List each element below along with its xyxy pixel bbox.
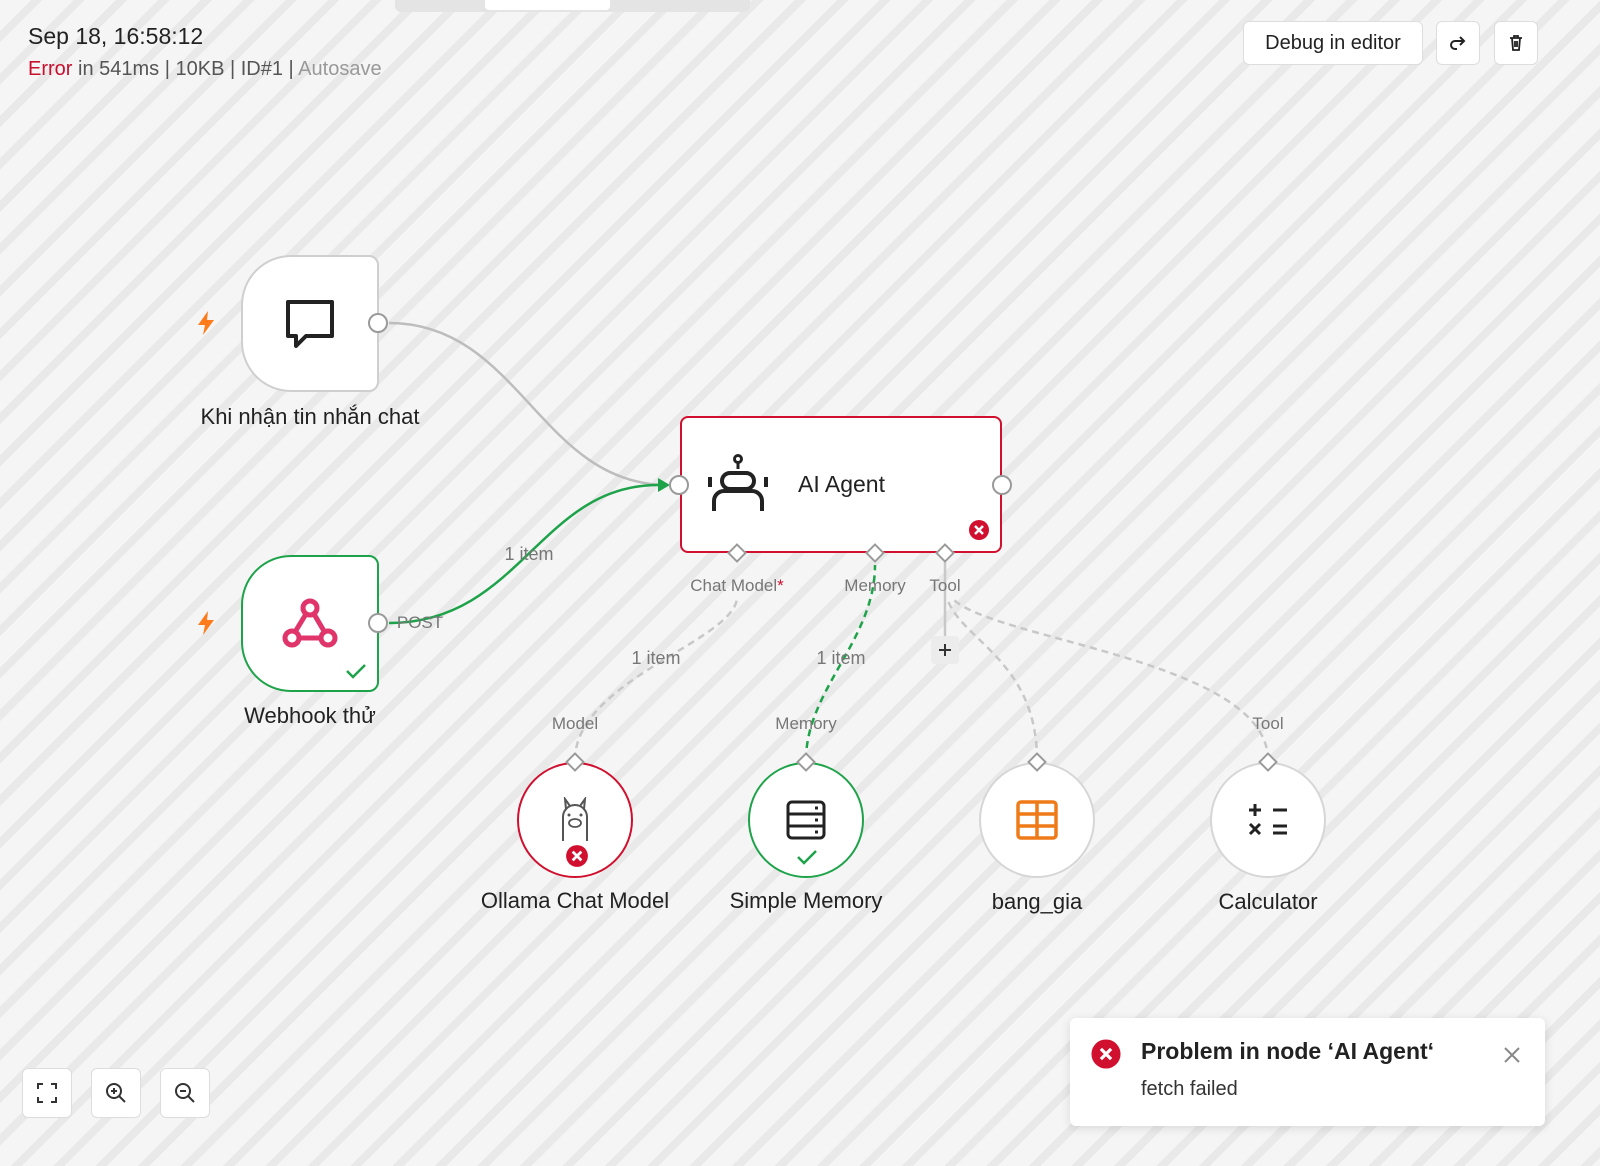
- error-icon: [566, 845, 588, 867]
- trigger-bolt-icon: [198, 311, 214, 335]
- edge-bang-gia-to-tool: [945, 597, 1039, 761]
- tool-sub-port-label: Tool: [1252, 714, 1284, 733]
- memory-sub-port-label: Memory: [775, 714, 837, 733]
- chat-trigger-output-port[interactable]: [368, 313, 388, 333]
- error-icon: [969, 520, 989, 540]
- calculator-icon: [1248, 804, 1287, 836]
- zoom-out-icon: [175, 1083, 195, 1103]
- memory-port-label: Memory: [844, 576, 906, 595]
- webhook-icon: [282, 598, 338, 647]
- chat-trigger-label: Khi nhận tin nhắn chat: [200, 404, 420, 429]
- chat-bubble-icon: [286, 299, 334, 348]
- llama-icon: [562, 797, 588, 841]
- add-tool-button[interactable]: [931, 636, 959, 664]
- error-icon: [1091, 1039, 1121, 1069]
- success-check-icon: [346, 664, 366, 679]
- simple-memory-label: Simple Memory: [729, 888, 883, 913]
- plus-icon: [939, 644, 951, 656]
- connections-layer: [388, 321, 1270, 761]
- node-webhook[interactable]: [241, 555, 379, 692]
- webhook-output-label: POST: [396, 613, 444, 632]
- edge-label-webhook: 1 item: [504, 544, 554, 564]
- ai-agent-label: AI Agent: [798, 471, 885, 497]
- edge-label-memory: 1 item: [816, 648, 866, 668]
- edge-chat-to-agent: [388, 321, 669, 487]
- zoom-in-button[interactable]: [91, 1068, 141, 1118]
- node-bang-gia[interactable]: [979, 762, 1095, 878]
- edge-label-model: 1 item: [631, 648, 681, 668]
- calculator-label: Calculator: [1218, 889, 1318, 914]
- ollama-label: Ollama Chat Model: [480, 888, 670, 913]
- node-chat-trigger[interactable]: [241, 255, 379, 392]
- zoom-out-button[interactable]: [160, 1068, 210, 1118]
- table-icon: [1016, 800, 1058, 840]
- toast-title: Problem in node ‘AI Agent‘: [1141, 1038, 1435, 1064]
- success-check-icon: [797, 850, 817, 865]
- close-icon[interactable]: [1503, 1046, 1521, 1064]
- fit-view-button[interactable]: [22, 1068, 72, 1118]
- chat-model-port-label: Chat Model*: [690, 576, 784, 595]
- tool-port-label: Tool: [929, 576, 961, 595]
- node-ai-agent[interactable]: AI Agent: [680, 416, 1002, 553]
- edge-calculator-to-tool: [951, 597, 1270, 761]
- toast-message: fetch failed: [1141, 1078, 1238, 1100]
- robot-icon: [708, 453, 768, 511]
- node-calculator[interactable]: [1210, 762, 1326, 878]
- error-toast: Problem in node ‘AI Agent‘ fetch failed: [1070, 1018, 1545, 1126]
- node-simple-memory[interactable]: [748, 762, 864, 878]
- trigger-bolt-icon: [198, 611, 214, 635]
- fit-view-icon: [37, 1083, 57, 1103]
- model-port-label: Model: [551, 714, 599, 733]
- ai-agent-output-port[interactable]: [992, 475, 1012, 495]
- database-icon: [786, 800, 826, 840]
- zoom-in-icon: [106, 1083, 126, 1103]
- edge-model-to-agent: [573, 596, 739, 761]
- node-ollama-chat-model[interactable]: [517, 762, 633, 878]
- webhook-label: Webhook thử: [244, 703, 376, 728]
- ai-agent-input-port[interactable]: [669, 475, 689, 495]
- bang-gia-label: bang_gia: [991, 889, 1083, 914]
- webhook-output-port[interactable]: [368, 613, 388, 633]
